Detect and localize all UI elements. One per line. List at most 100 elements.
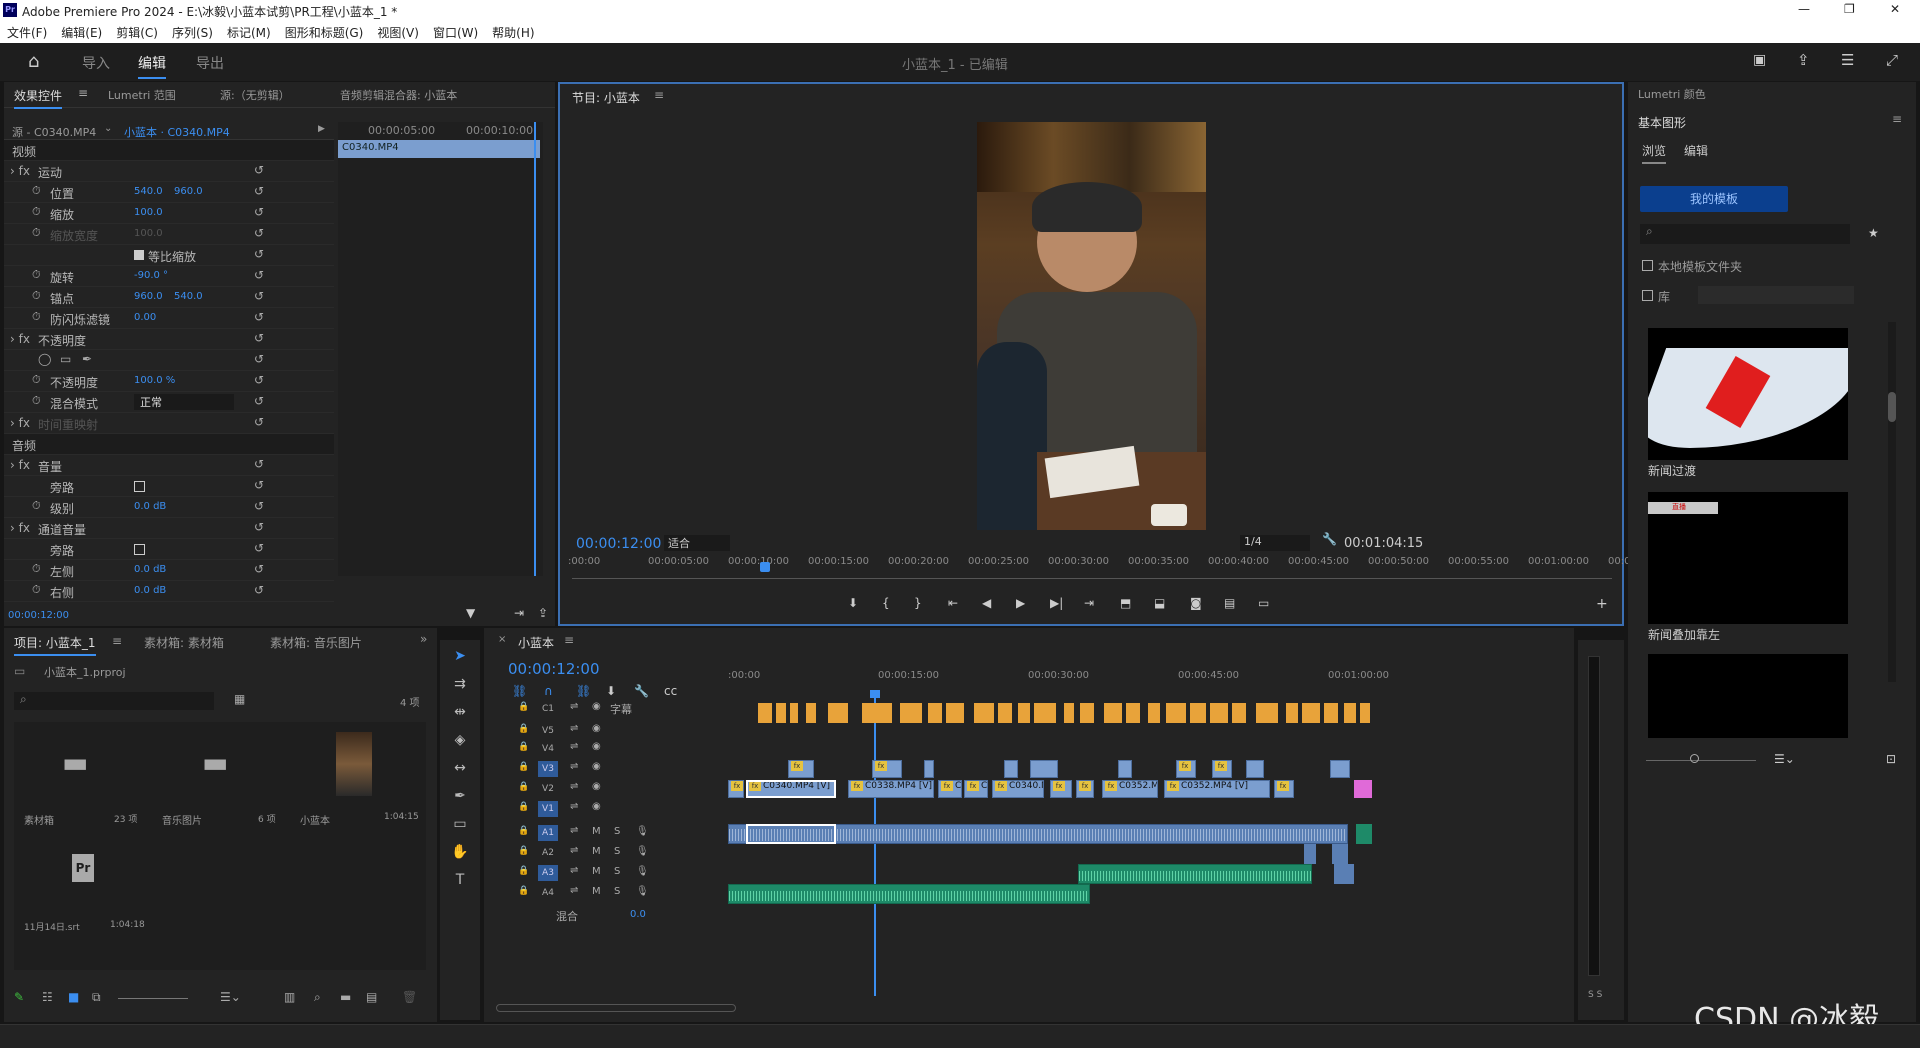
effect-row[interactable]: ⏱ 位置 540.0 960.0 ↺	[4, 182, 334, 203]
nest-icon[interactable]: ⛓	[512, 684, 527, 698]
track-id[interactable]: A3	[538, 865, 558, 881]
caption-track[interactable]	[728, 700, 1518, 723]
caption-clip[interactable]	[1126, 703, 1140, 723]
linked-selection-icon[interactable]: ⛓	[576, 684, 591, 698]
template-card-news-transition[interactable]	[1648, 328, 1848, 460]
caption-clip[interactable]	[1104, 703, 1122, 723]
track-header-a1[interactable]: 🔒 A1 ⇌ M S 🎙	[504, 824, 724, 844]
mark-out-icon[interactable]: }	[914, 596, 922, 610]
menu-clip[interactable]: 剪辑(C)	[116, 24, 158, 41]
sync-lock-icon[interactable]: ⇌	[570, 845, 578, 856]
sequence-thumbnail[interactable]	[336, 732, 372, 796]
effect-row[interactable]: ⏱ 锚点 960.0 540.0 ↺	[4, 287, 334, 308]
uniform-scale-checkbox[interactable]	[134, 250, 144, 260]
program-timecode[interactable]: 00:00:12:00	[576, 536, 661, 552]
stopwatch-icon[interactable]: ⏱	[32, 499, 41, 513]
effect-value[interactable]: 540.0	[134, 186, 163, 197]
stopwatch-icon[interactable]: ⏱	[32, 562, 41, 576]
trash-icon[interactable]: 🗑	[402, 990, 417, 1004]
stopwatch-icon[interactable]: ⏱	[32, 310, 41, 324]
reset-icon[interactable]: ↺	[254, 583, 264, 597]
wrench-icon[interactable]: 🔧	[634, 684, 649, 698]
tab-audio-mixer[interactable]: 音频剪辑混合器: 小蓝本	[340, 87, 457, 103]
caption-clip[interactable]	[1064, 703, 1074, 723]
caption-clip[interactable]	[1324, 703, 1338, 723]
track-header-v1[interactable]: 🔒 V1 ⇌ ◉	[504, 800, 724, 820]
stopwatch-icon[interactable]: ⏱	[32, 394, 41, 408]
panel-menu-icon[interactable]: ≡	[112, 634, 122, 648]
automate-icon[interactable]: ▥	[284, 990, 295, 1004]
reset-icon[interactable]: ↺	[254, 226, 264, 240]
v3-clip[interactable]: fx	[1176, 760, 1196, 778]
template-card-3[interactable]	[1648, 654, 1848, 738]
playhead-head[interactable]	[870, 690, 880, 698]
solo-button[interactable]: S	[614, 826, 620, 837]
thumb-size-slider[interactable]	[1646, 760, 1756, 761]
sort-icon[interactable]: ☰⌄	[220, 990, 241, 1004]
effect-row[interactable]: › fx 音量 ↺	[4, 455, 334, 476]
v3-clip[interactable]: fx	[872, 760, 902, 778]
play-icon[interactable]: ▶	[1016, 596, 1025, 610]
effect-value[interactable]: 0.0 dB	[134, 585, 166, 596]
effect-row[interactable]: › fx 时间重映射 ↺	[4, 413, 334, 434]
template-search-input[interactable]: ⌕	[1640, 224, 1850, 244]
star-icon[interactable]: ★	[1868, 226, 1879, 240]
list-view-icon[interactable]: ☷	[42, 990, 53, 1004]
folder-icon[interactable]: ▬	[62, 746, 88, 779]
effect-row[interactable]: 旁路 ↺	[4, 539, 334, 560]
track-header-v2[interactable]: 🔒 V2 ⇌ ◉	[504, 780, 724, 800]
lock-icon[interactable]: 🔒	[518, 742, 529, 752]
a3-music-clip[interactable]	[1078, 864, 1312, 884]
icon-view-icon[interactable]: ■	[68, 990, 79, 1004]
sort-icon[interactable]: ☰⌄	[1774, 752, 1795, 766]
sync-lock-icon[interactable]: ⇌	[570, 801, 578, 812]
lock-icon[interactable]: 🔒	[518, 724, 529, 734]
effect-value[interactable]: 100.0	[134, 228, 163, 239]
folder-icon[interactable]: ▬	[202, 746, 228, 779]
v2-clip[interactable]: fx	[1050, 780, 1072, 798]
caption-clip[interactable]	[862, 703, 892, 723]
rect-mask-icon[interactable]: ▭	[60, 352, 71, 366]
a2-clip[interactable]	[1304, 844, 1316, 864]
v2-clip[interactable]: fxC033	[964, 780, 988, 798]
new-bin-from-search-icon[interactable]: ▦	[234, 692, 245, 706]
effect-row[interactable]: ⏱ 缩放 100.0 ↺	[4, 203, 334, 224]
lock-icon[interactable]: 🔒	[518, 782, 529, 792]
caption-clip[interactable]	[928, 703, 942, 723]
caption-clip[interactable]	[900, 703, 922, 723]
caption-clip[interactable]	[790, 703, 798, 723]
track-id[interactable]: A1	[538, 825, 558, 841]
lift-icon[interactable]: ⬒	[1120, 596, 1131, 610]
menu-help[interactable]: 帮助(H)	[492, 24, 534, 41]
stopwatch-icon[interactable]: ⏱	[32, 205, 41, 219]
zoom-slider[interactable]	[118, 998, 188, 999]
export-icon[interactable]: ⇥	[514, 606, 524, 620]
v3-clip[interactable]	[1118, 760, 1132, 778]
track-id[interactable]: V2	[538, 781, 558, 797]
mute-button[interactable]: M	[592, 846, 601, 857]
settings-icon[interactable]: ⇪	[538, 606, 548, 620]
lock-icon[interactable]: 🔒	[518, 846, 529, 856]
menu-sequence[interactable]: 序列(S)	[172, 24, 213, 41]
v2-clip[interactable]: fxC0340.MP	[992, 780, 1044, 798]
captions-icon[interactable]: cc	[664, 684, 677, 698]
eye-icon[interactable]: ◉	[592, 701, 601, 712]
effect-value[interactable]: 0.0 dB	[134, 564, 166, 575]
filter-icon[interactable]: ▼	[466, 606, 475, 620]
reset-icon[interactable]: ↺	[254, 394, 264, 408]
effect-row[interactable]: ⏱ 旋转 -90.0 ° ↺	[4, 266, 334, 287]
track-header-c1[interactable]: 🔒 C1 ⇌ ◉ 字幕	[504, 700, 724, 720]
resolution-select[interactable]: 1/4	[1240, 535, 1310, 551]
local-templates-checkbox[interactable]	[1642, 260, 1653, 271]
v3-clip[interactable]: fx	[788, 760, 814, 778]
clip-label[interactable]: 小蓝本 · C0340.MP4	[124, 124, 230, 140]
reset-icon[interactable]: ↺	[254, 541, 264, 555]
tab-edit-graphics[interactable]: 编辑	[1684, 142, 1708, 159]
tab-effect-controls[interactable]: 效果控件	[14, 87, 63, 109]
eye-icon[interactable]: ◉	[592, 761, 601, 772]
track-id[interactable]: A2	[538, 845, 558, 861]
track-header-v4[interactable]: 🔒 V4 ⇌ ◉	[504, 740, 724, 760]
pen-mask-icon[interactable]: ✒	[82, 352, 92, 366]
ripple-edit-icon[interactable]: ⇹	[448, 700, 472, 724]
sync-lock-icon[interactable]: ⇌	[570, 865, 578, 876]
